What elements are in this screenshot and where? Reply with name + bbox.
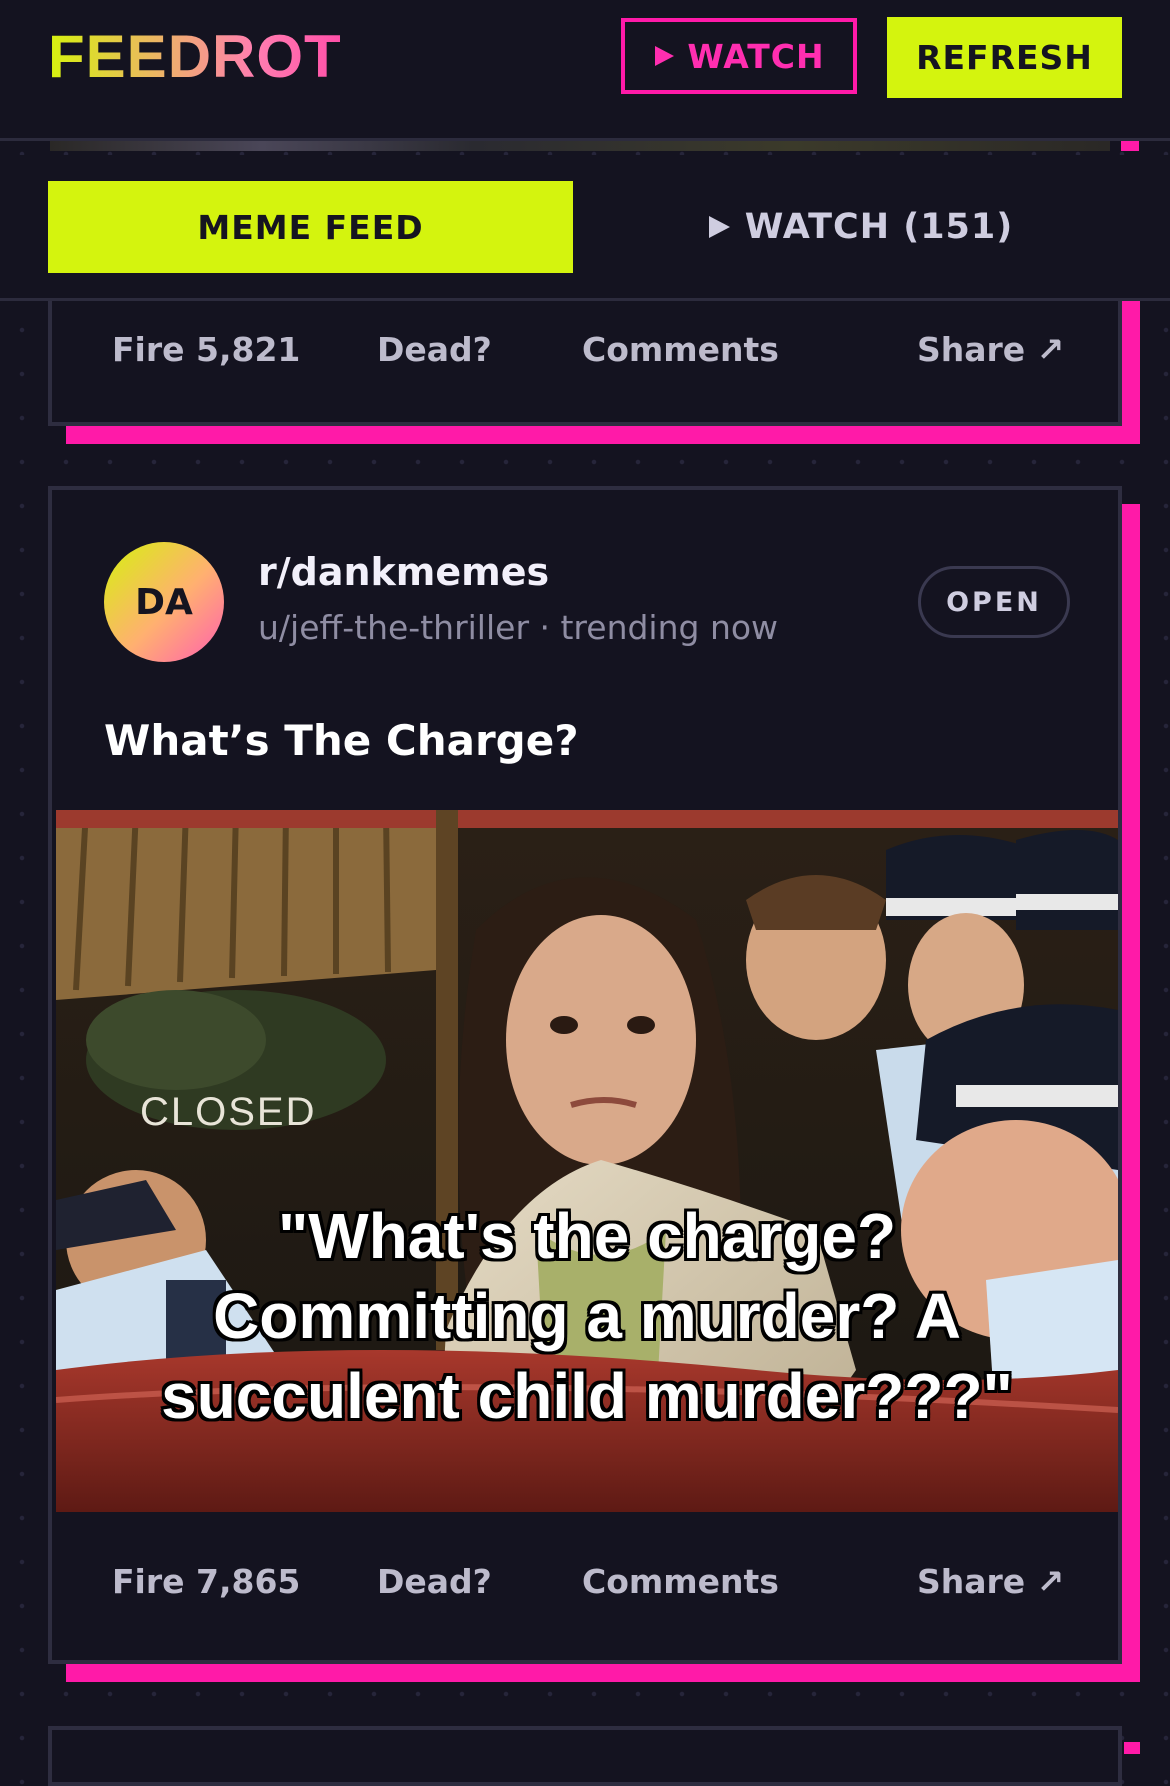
app-logo[interactable]: FEEDROT	[48, 22, 342, 91]
dead-button[interactable]: Dead?	[377, 330, 492, 369]
watch-button[interactable]: WATCH	[621, 18, 857, 94]
share-button[interactable]: Share ↗	[917, 330, 1064, 369]
subreddit-name[interactable]: r/dankmemes	[258, 550, 549, 594]
open-button[interactable]: OPEN	[918, 566, 1070, 638]
post-actions: Fire 5,821 Dead? Comments Share ↗	[52, 300, 1118, 410]
post-card: DA r/dankmemes u/jeff-the-thriller · tre…	[48, 486, 1122, 1664]
top-app-bar: FEEDROT WATCH REFRESH	[0, 0, 1170, 141]
tab-watch-label: WATCH (151)	[744, 207, 1014, 247]
meme-caption-line-1: "What's the charge?	[277, 1200, 897, 1272]
fire-button[interactable]: Fire 7,865	[112, 1562, 300, 1601]
card-accent-edge	[1121, 141, 1139, 151]
fire-button[interactable]: Fire 5,821	[112, 330, 300, 369]
play-icon	[655, 46, 675, 66]
tab-meme-feed[interactable]: MEME FEED	[48, 181, 573, 273]
dead-button[interactable]: Dead?	[377, 1562, 492, 1601]
avatar[interactable]: DA	[104, 542, 224, 662]
play-icon	[708, 216, 730, 238]
comments-button[interactable]: Comments	[582, 1562, 779, 1601]
meme-caption-line-2: Committing a murder? A	[213, 1280, 961, 1352]
share-button[interactable]: Share ↗	[917, 1562, 1064, 1601]
meme-image[interactable]: CLOSED "What's the charge? Committing a …	[56, 810, 1118, 1512]
post-card-shadow	[1124, 1742, 1140, 1754]
watch-button-label: WATCH	[687, 36, 825, 76]
post-actions: Fire 7,865 Dead? Comments Share ↗	[52, 1532, 1118, 1642]
comments-button[interactable]: Comments	[582, 330, 779, 369]
meme-caption-line-3: succulent child murder???"	[161, 1360, 1013, 1432]
refresh-button[interactable]: REFRESH	[887, 17, 1122, 98]
post-meta: u/jeff-the-thriller · trending now	[258, 608, 779, 647]
post-card	[48, 1726, 1122, 1786]
post-title: What’s The Charge?	[104, 716, 579, 765]
tab-watch[interactable]: WATCH (151)	[600, 181, 1120, 273]
previous-post-image-edge	[50, 141, 1110, 151]
feed-tab-bar: MEME FEED WATCH (151)	[0, 155, 1170, 301]
closed-sign-text: CLOSED	[140, 1090, 317, 1134]
